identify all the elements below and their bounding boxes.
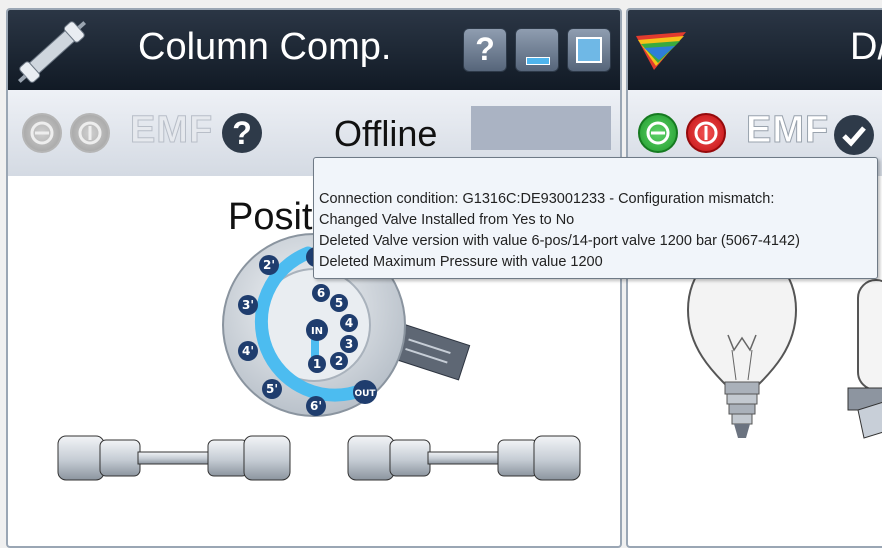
inner-port-6: 6 (317, 286, 325, 300)
inner-port-1: 1 (313, 357, 321, 371)
tooltip-line-1: Connection condition: G1316C:DE93001233 … (319, 191, 775, 207)
column-right-icon (347, 435, 581, 481)
tooltip-line-4: Deleted Maximum Pressure with value 1200 (319, 254, 603, 270)
outer-port-3: 3' (242, 298, 254, 312)
outer-port-5: 5' (266, 382, 278, 396)
inner-port-3: 3 (345, 337, 353, 351)
lamp-icon (847, 279, 882, 439)
outer-port-2: 2' (263, 258, 275, 272)
outer-port-4: 4' (242, 344, 254, 358)
outer-port-6: 6' (310, 399, 322, 413)
inner-port-2: 2 (335, 354, 343, 368)
inner-port-4: 4 (345, 316, 353, 330)
column-left-icon (57, 435, 291, 481)
valve-out-port: OUT (354, 389, 376, 399)
tooltip-line-2: Changed Valve Installed from Yes to No (319, 212, 575, 228)
inner-port-5: 5 (335, 296, 343, 310)
tooltip-line-3: Deleted Valve version with value 6-pos/1… (319, 233, 800, 249)
valve-in-port: IN (311, 326, 323, 337)
connection-tooltip: Connection condition: G1316C:DE93001233 … (313, 157, 878, 279)
